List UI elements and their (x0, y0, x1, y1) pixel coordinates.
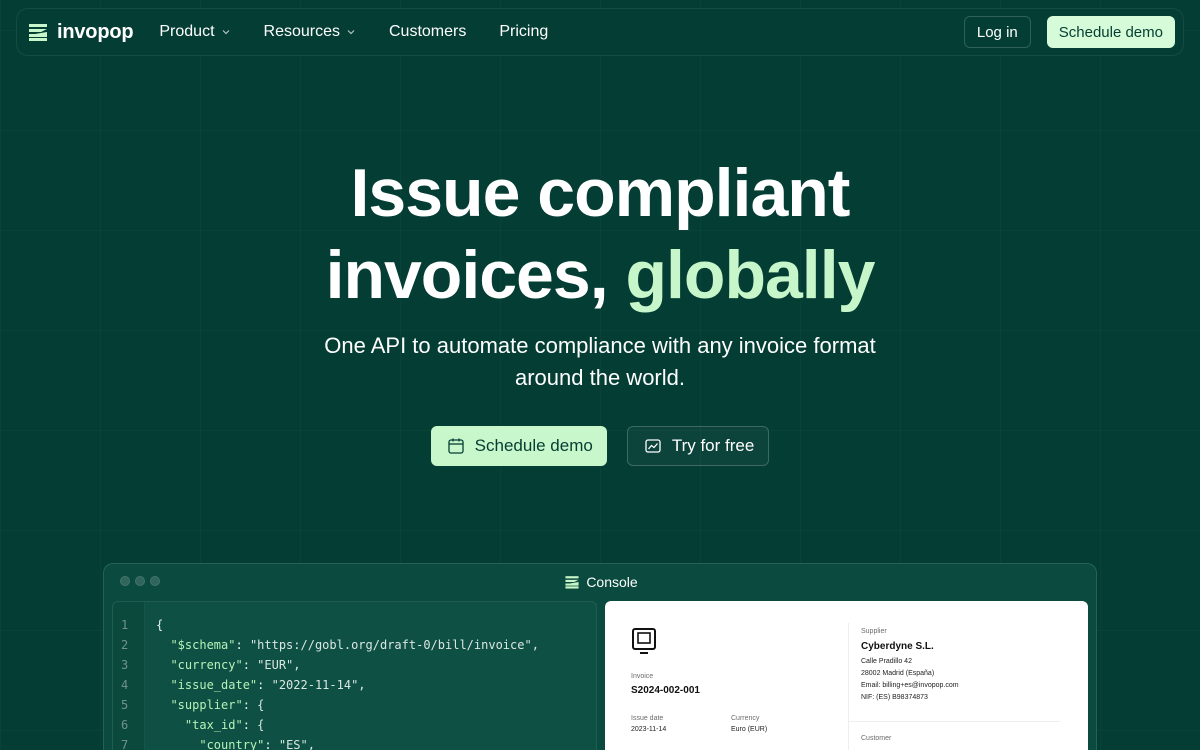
chevron-down-icon (222, 30, 229, 35)
json-key: "currency" (170, 658, 243, 672)
nav-item-label: Pricing (499, 23, 549, 40)
code-line: 3 "currency": "EUR", (113, 655, 539, 675)
line-number: 4 (121, 678, 129, 692)
supplier-email: Email: billing+es@invopop.com (861, 682, 959, 689)
hero-subtitle: One API to automate compliance with any … (324, 333, 876, 390)
code-text: "supplier": { (170, 698, 265, 712)
code-lines: 1 { 2 "$schema": "https://gobl.org/draft… (113, 615, 539, 750)
code-text: "$schema": "https://gobl.org/draft-0/bil… (170, 638, 539, 652)
nav-item-customers[interactable]: Customers (389, 23, 466, 41)
schedule-demo-label: Schedule demo (474, 436, 593, 455)
line-number: 1 (121, 618, 129, 632)
json-key: "supplier" (170, 698, 243, 712)
invopop-logo-icon (565, 576, 579, 589)
nav-item-label: Resources (263, 23, 340, 40)
nav-item-label: Product (159, 23, 215, 40)
login-button[interactable]: Log in (963, 16, 1031, 48)
json-value: { (257, 718, 265, 732)
line-number: 2 (121, 638, 129, 652)
json-key: "$schema" (170, 638, 236, 652)
nav-item-label: Customers (389, 23, 467, 40)
code-text: "currency": "EUR", (170, 658, 301, 672)
hero-title-line1: Issue compliant (350, 155, 851, 231)
invopop-logo-icon (29, 24, 47, 41)
code-text: "country": "ES", (199, 738, 315, 750)
issue-date-value: 2023-11-14 (631, 726, 667, 733)
nav-item-product[interactable]: Product (159, 23, 230, 41)
logo[interactable]: invopop (27, 20, 134, 44)
line-number: 6 (121, 718, 129, 732)
currency-value: Euro (EUR) (731, 726, 768, 733)
code-line: 4 "issue_date": "2022-11-14", (113, 675, 539, 695)
code-line: 6 "tax_id": { (113, 715, 539, 735)
supplier-nif: NIF: (ES) B98374873 (861, 694, 928, 701)
supplier-address-line1: Calle Pradillo 42 (861, 658, 912, 665)
console-window: Console 1 { 2 "$schema": "https://gobl.o… (103, 563, 1097, 750)
logo-text: invopop (57, 20, 134, 43)
invoice-divider (848, 623, 849, 750)
json-value: { (257, 698, 265, 712)
calendar-icon (448, 438, 464, 454)
line-number: 7 (121, 738, 129, 750)
cta-row: Schedule demo Try for free (0, 426, 1200, 466)
hero-title-accent: globally (625, 237, 875, 313)
issue-date-label: Issue date (631, 715, 664, 722)
code-line: 1 { (113, 615, 539, 635)
json-key: "issue_date" (170, 678, 258, 692)
invoice-label: Invoice (631, 673, 654, 680)
schedule-demo-button[interactable]: Schedule demo (430, 426, 607, 466)
chevron-down-icon (347, 30, 355, 35)
try-for-free-button[interactable]: Try for free (626, 426, 770, 466)
line-number: 5 (121, 698, 129, 712)
hero-title: Issue compliant invoices, globally (0, 152, 1200, 316)
document-icon (632, 628, 656, 654)
json-value: "ES", (278, 738, 315, 750)
json-value: "2022-11-14", (271, 678, 366, 692)
supplier-address-line2: 28002 Madrid (España) (861, 670, 935, 677)
code-text: "tax_id": { (184, 718, 265, 732)
console-title: Console (104, 574, 1098, 590)
nav-item-resources[interactable]: Resources (264, 23, 356, 41)
hero-title-line2: invoices, (325, 237, 626, 313)
supplier-label: Supplier (861, 628, 887, 635)
code-text: "issue_date": "2022-11-14", (170, 678, 366, 692)
code-editor[interactable]: 1 { 2 "$schema": "https://gobl.org/draft… (112, 601, 597, 750)
json-key: "country" (199, 738, 265, 750)
console-title-text: Console (586, 574, 638, 590)
json-value: "EUR", (257, 658, 301, 672)
customer-label: Customer (861, 735, 892, 742)
try-for-free-label: Try for free (671, 436, 755, 455)
supplier-name: Cyberdyne S.L. (861, 641, 934, 652)
invoice-preview: Invoice S2024-002-001 Issue date 2023-11… (605, 601, 1088, 750)
invoice-number: S2024-002-001 (631, 685, 700, 696)
schedule-demo-nav-button[interactable]: Schedule demo (1046, 16, 1175, 48)
top-navigation: invopop Product Resources Customers Pric… (16, 8, 1184, 56)
code-text: { (156, 618, 164, 632)
chart-icon (645, 439, 661, 453)
code-line: 5 "supplier": { (113, 695, 539, 715)
line-number: 3 (121, 658, 129, 672)
currency-label: Currency (731, 715, 760, 722)
json-key: "tax_id" (184, 718, 243, 732)
code-line: 2 "$schema": "https://gobl.org/draft-0/b… (113, 635, 539, 655)
nav-item-pricing[interactable]: Pricing (499, 23, 548, 41)
json-value: "https://gobl.org/draft-0/bill/invoice", (249, 638, 539, 652)
invoice-rule (848, 721, 1060, 722)
code-line: 7 "country": "ES", (113, 735, 539, 750)
